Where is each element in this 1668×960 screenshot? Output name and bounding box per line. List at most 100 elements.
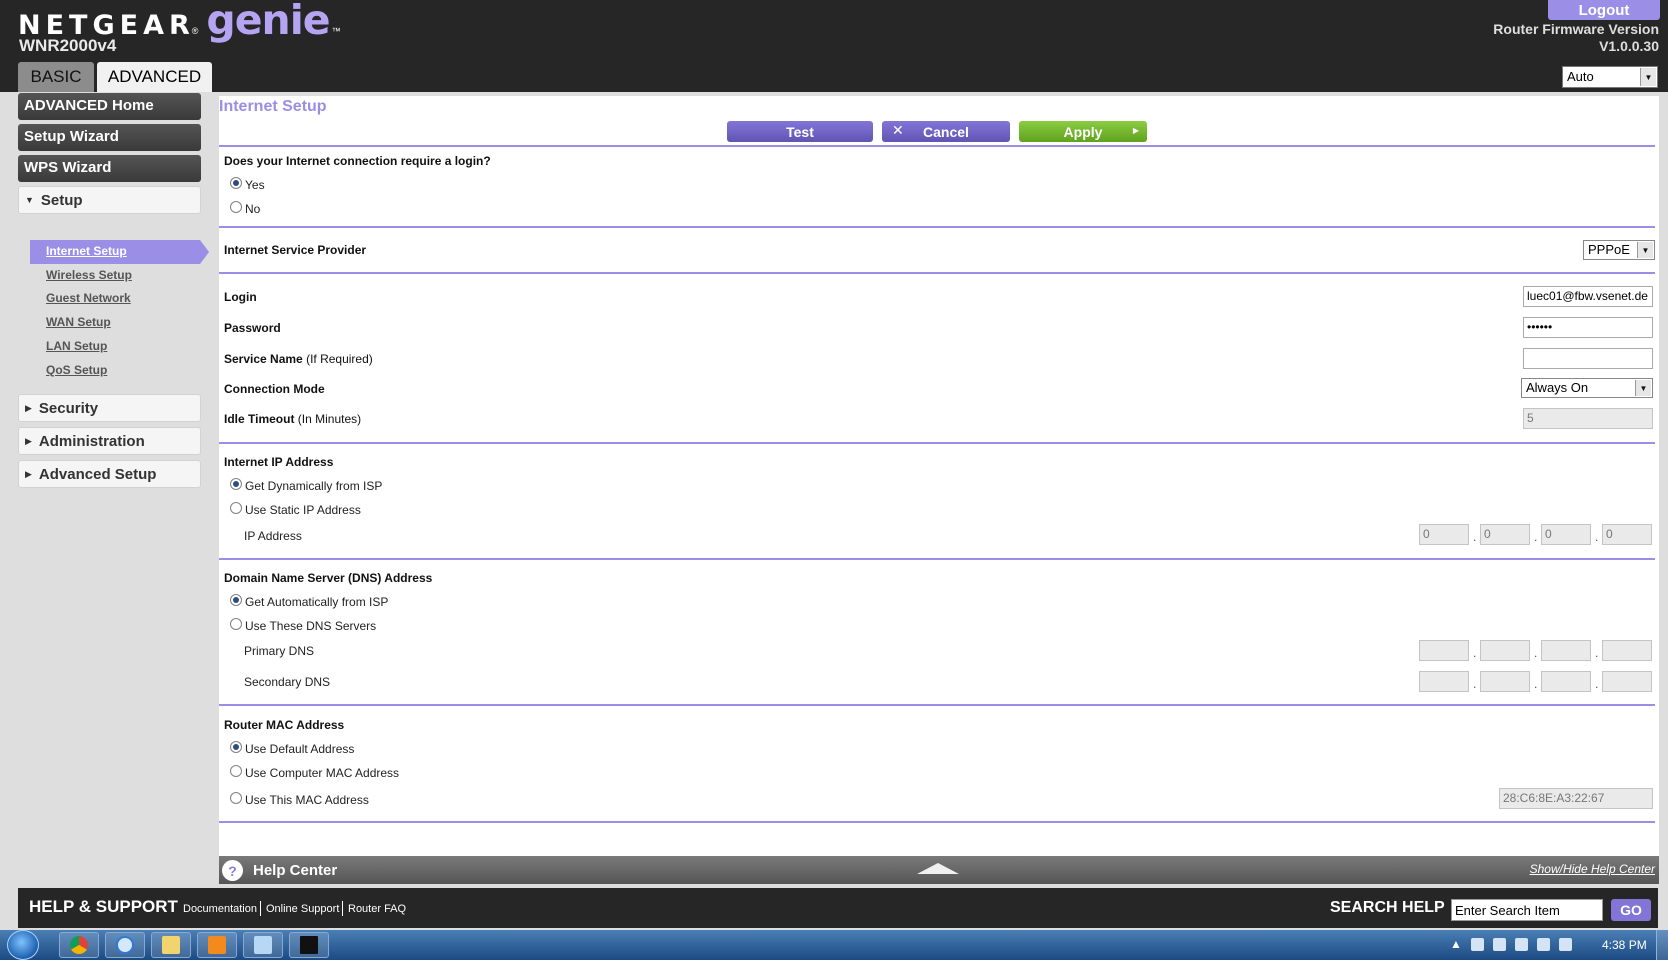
apply-button[interactable]: Apply ▶ — [1019, 121, 1147, 142]
language-value: Auto — [1567, 69, 1594, 84]
service-name-input[interactable] — [1523, 348, 1653, 369]
test-button[interactable]: Test — [727, 121, 873, 142]
chevron-up-icon[interactable]: ▲ — [1450, 937, 1462, 951]
radio-mac-custom-label: Use This MAC Address — [245, 793, 369, 807]
primary-dns-octet-4[interactable] — [1602, 640, 1652, 661]
idle-timeout-input[interactable]: 5 — [1523, 408, 1653, 429]
start-button[interactable] — [7, 930, 39, 960]
radio-ip-static[interactable] — [230, 502, 242, 514]
sidebar-item-wireless-setup[interactable]: Wireless Setup — [46, 268, 132, 282]
footer-separator — [342, 901, 343, 916]
folder-icon[interactable] — [151, 932, 191, 958]
go-button[interactable]: GO — [1611, 899, 1651, 921]
language-select[interactable]: Auto ▼ — [1562, 66, 1658, 88]
primary-dns-octet-2[interactable] — [1480, 640, 1530, 661]
product-trademark: ™ — [331, 26, 341, 36]
radio-mac-default[interactable] — [230, 741, 242, 753]
radio-ip-static-label: Use Static IP Address — [245, 503, 361, 517]
sidebar-item-wan-setup[interactable]: WAN Setup — [46, 315, 111, 329]
sidebar-item-qos-setup[interactable]: QoS Setup — [46, 363, 107, 377]
radio-mac-default-label: Use Default Address — [245, 742, 355, 756]
show-hide-help-link[interactable]: Show/Hide Help Center — [1530, 862, 1655, 876]
radio-dns-manual[interactable] — [230, 618, 242, 630]
tab-advanced[interactable]: ADVANCED — [97, 62, 212, 92]
primary-dns-octet-1[interactable] — [1419, 640, 1469, 661]
password-input[interactable]: •••••• — [1523, 317, 1653, 338]
documentation-link[interactable]: Documentation — [183, 903, 257, 915]
chevron-down-icon: ▼ — [1640, 68, 1656, 86]
section-divider — [219, 821, 1655, 823]
ip-separator: . — [1534, 646, 1538, 660]
section-divider — [219, 704, 1655, 706]
secondary-dns-octet-1[interactable] — [1419, 671, 1469, 692]
page-title: Internet Setup — [219, 98, 327, 115]
volume-icon[interactable] — [1558, 937, 1572, 951]
section-divider — [219, 145, 1655, 147]
radio-login-yes[interactable] — [230, 177, 242, 189]
taskbar-clock[interactable]: 4:38 PM — [1602, 938, 1647, 952]
sidebar-section-security[interactable]: ▶ Security — [18, 394, 201, 422]
ip-separator: . — [1534, 677, 1538, 691]
login-input[interactable]: luec01@fbw.vsenet.de — [1523, 286, 1653, 307]
online-support-link[interactable]: Online Support — [266, 903, 339, 915]
sidebar-section-advanced-setup[interactable]: ▶ Advanced Setup — [18, 460, 201, 488]
radio-mac-custom[interactable] — [230, 792, 242, 804]
primary-dns-octet-3[interactable] — [1541, 640, 1591, 661]
tab-basic[interactable]: BASIC — [18, 62, 94, 92]
secondary-dns-octet-3[interactable] — [1541, 671, 1591, 692]
connection-mode-value: Always On — [1526, 380, 1589, 395]
apply-button-label: Apply — [1063, 123, 1103, 140]
isp-select[interactable]: PPPoE ▼ — [1583, 240, 1655, 260]
idle-timeout-title: Idle Timeout — [224, 412, 295, 426]
sidebar-item-setup-wizard[interactable]: Setup Wizard — [18, 124, 201, 151]
footer-separator — [260, 901, 261, 916]
sidebar-section-administration[interactable]: ▶ Administration — [18, 427, 201, 455]
device-icon[interactable] — [1514, 937, 1528, 951]
network-app-icon[interactable] — [1492, 937, 1506, 951]
ip-separator: . — [1595, 677, 1599, 691]
secondary-dns-octet-4[interactable] — [1602, 671, 1652, 692]
show-desktop-button[interactable] — [1656, 930, 1668, 960]
ip-separator: . — [1595, 530, 1599, 544]
triangle-right-icon: ▶ — [25, 402, 32, 413]
radio-mac-computer[interactable] — [230, 765, 242, 777]
service-name-title: Service Name — [224, 352, 303, 366]
cancel-button[interactable]: ✕ Cancel — [882, 121, 1010, 142]
sidebar-section-label: Setup — [40, 191, 83, 209]
command-prompt-icon[interactable] — [289, 932, 329, 958]
sidebar-item-internet-setup[interactable]: Internet Setup — [46, 244, 127, 258]
sidebar-item-advanced-home[interactable]: ADVANCED Home — [18, 93, 201, 120]
ip-octet-1[interactable]: 0 — [1419, 524, 1469, 545]
footer-title: HELP & SUPPORT — [29, 897, 178, 916]
radio-login-no[interactable] — [230, 201, 242, 213]
sidebar-item-wps-wizard[interactable]: WPS Wizard — [18, 155, 201, 182]
test-button-label: Test — [786, 123, 814, 140]
sidebar-item-guest-network[interactable]: Guest Network — [46, 291, 131, 305]
ip-octet-3[interactable]: 0 — [1541, 524, 1591, 545]
sidebar-section-label: Administration — [38, 432, 145, 450]
radio-ip-dynamic[interactable] — [230, 478, 242, 490]
logout-button[interactable]: Logout — [1548, 0, 1660, 20]
radio-dns-auto[interactable] — [230, 594, 242, 606]
arrow-up-icon[interactable] — [917, 863, 959, 874]
itunes-icon[interactable] — [105, 932, 145, 958]
secondary-dns-octet-2[interactable] — [1480, 671, 1530, 692]
signal-icon[interactable] — [1536, 937, 1550, 951]
remote-desktop-icon[interactable] — [243, 932, 283, 958]
flag-icon[interactable] — [1470, 937, 1484, 951]
sidebar-item-lan-setup[interactable]: LAN Setup — [46, 339, 107, 353]
help-center-title: Help Center — [253, 862, 338, 879]
search-input[interactable] — [1451, 899, 1603, 921]
sidebar-section-label: Security — [38, 399, 99, 417]
chrome-icon[interactable] — [59, 932, 99, 958]
ip-octet-4[interactable]: 0 — [1602, 524, 1652, 545]
vlc-icon[interactable] — [197, 932, 237, 958]
sidebar-section-setup[interactable]: ▼ Setup — [18, 186, 201, 214]
connection-mode-select[interactable]: Always On ▼ — [1521, 378, 1653, 398]
cancel-button-label: Cancel — [923, 123, 969, 140]
system-tray: ▲ — [1450, 937, 1572, 951]
router-faq-link[interactable]: Router FAQ — [348, 903, 406, 915]
product-name: genie — [206, 0, 330, 44]
mac-address-input[interactable]: 28:C6:8E:A3:22:67 — [1499, 788, 1653, 809]
ip-octet-2[interactable]: 0 — [1480, 524, 1530, 545]
